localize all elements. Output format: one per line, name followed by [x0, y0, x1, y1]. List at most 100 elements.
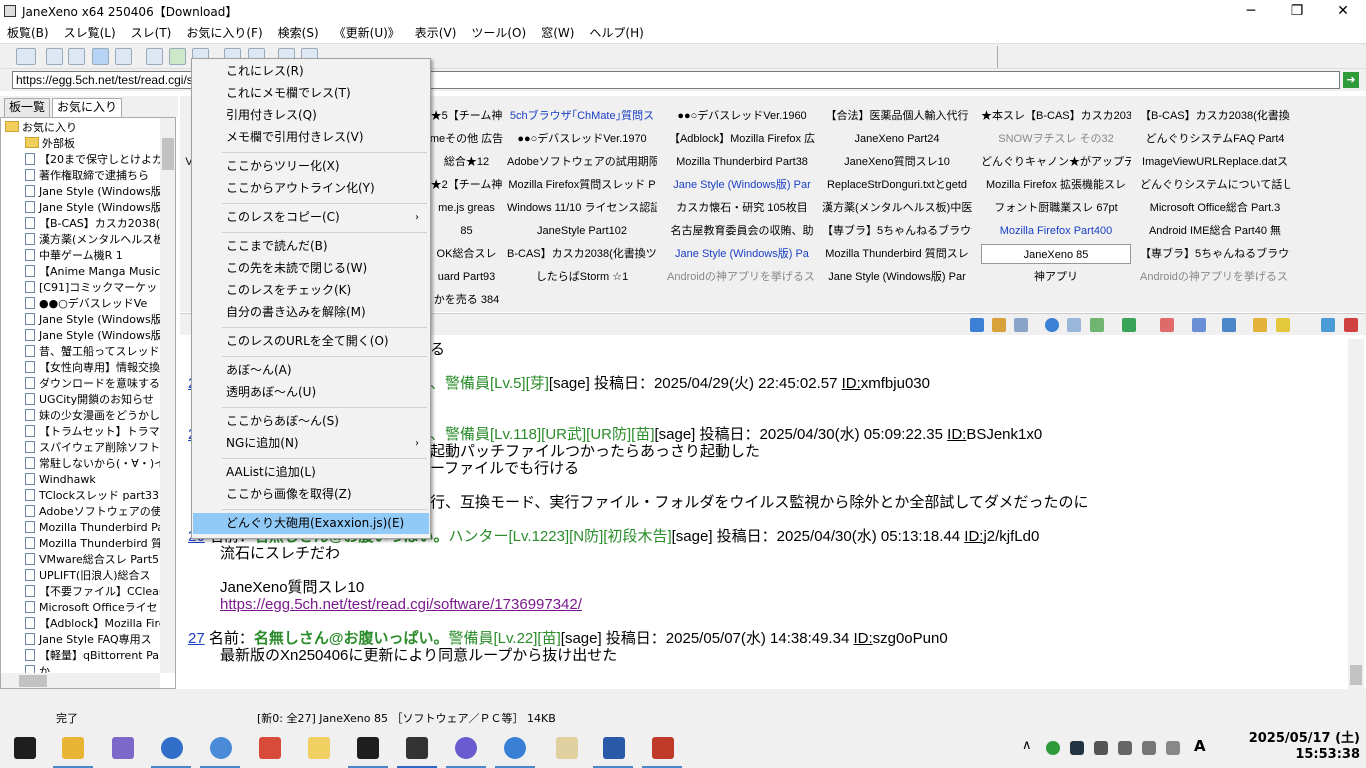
- thread-tab[interactable]: JaneXeno 85: [981, 244, 1131, 264]
- menu-item[interactable]: この先を未読で閉じる(W): [193, 258, 429, 279]
- tree-item[interactable]: 【女性向専用】情報交換: [25, 360, 160, 376]
- thread-tab[interactable]: me.js greas: [429, 198, 504, 218]
- game-icon[interactable]: [603, 737, 625, 759]
- app-icon-red[interactable]: [259, 737, 281, 759]
- thread-tab[interactable]: 5chブラウザ｢ChMate｣質問ス: [507, 106, 657, 126]
- clock-icon[interactable]: [1045, 318, 1059, 332]
- menu-item[interactable]: ここまで読んだ(B): [193, 236, 429, 257]
- id-label[interactable]: ID:: [947, 426, 966, 443]
- tree-item[interactable]: Jane Style (Windows版: [25, 312, 162, 328]
- mail-icon[interactable]: [112, 737, 134, 759]
- image-icon[interactable]: [992, 318, 1006, 332]
- tree-hscrollbar[interactable]: [1, 673, 160, 688]
- start-icon[interactable]: [14, 737, 36, 759]
- tray-device-icon[interactable]: [1094, 741, 1108, 755]
- tree-item[interactable]: 【トラムセット】トラマドール: [25, 424, 175, 440]
- thread-tab[interactable]: Jane Style (Windows版) Par: [667, 175, 817, 195]
- thread-tab[interactable]: Jane Style (Windows版) Par: [822, 267, 972, 287]
- thread-tab[interactable]: SNOWヲチスレ その32: [981, 129, 1131, 149]
- menu-item[interactable]: これにメモ欄でレス(T): [193, 83, 429, 104]
- thread-tab[interactable]: JaneXeno Part24: [822, 129, 972, 149]
- scroll-thumb[interactable]: [19, 675, 47, 687]
- scroll-thumb[interactable]: [162, 138, 174, 170]
- id-label[interactable]: ID:: [853, 630, 872, 647]
- gear-app-icon[interactable]: [652, 737, 674, 759]
- refresh-thread-icon[interactable]: [1122, 318, 1136, 332]
- thread-tab[interactable]: 総合★12: [429, 152, 504, 172]
- id-label[interactable]: ID:: [842, 375, 861, 392]
- close-thread-icon[interactable]: [1344, 318, 1358, 332]
- tree-item[interactable]: 中華ゲーム機R 1: [25, 248, 123, 264]
- thread-tab[interactable]: 【B-CAS】カスカ2038(化書換え: [1140, 106, 1290, 126]
- menu-tools[interactable]: ツール(O): [464, 24, 534, 41]
- tray-misc-icon[interactable]: [1166, 741, 1180, 755]
- menu-favorites[interactable]: お気に入り(F): [179, 24, 270, 41]
- next-icon[interactable]: [1222, 318, 1236, 332]
- tree-item[interactable]: Jane Style (Windows版: [25, 184, 162, 200]
- thread-tab[interactable]: カスカ懐石・研究 105枚目: [667, 198, 817, 218]
- menu-thread[interactable]: スレ(T): [124, 24, 180, 41]
- menu-item[interactable]: 引用付きレス(Q): [193, 105, 429, 126]
- thread-tab[interactable]: ImageViewURLReplace.datス: [1140, 152, 1290, 172]
- network-icon[interactable]: [1118, 741, 1132, 755]
- tree-item[interactable]: 【軽量】qBittorrent Par: [25, 648, 164, 664]
- id-label[interactable]: ID:: [964, 528, 983, 545]
- thread-tab[interactable]: Windows 11/10 ライセンス認証: [507, 198, 657, 218]
- menu-item[interactable]: AAListに追加(L): [193, 462, 429, 483]
- thread-tab[interactable]: どんぐりシステムFAQ Part4: [1140, 129, 1290, 149]
- tree-folder[interactable]: 外部板: [25, 136, 75, 152]
- thread-tab[interactable]: B-CAS】カスカ2038(化書換ツー: [507, 244, 657, 264]
- menu-search[interactable]: 検索(S): [271, 24, 327, 41]
- tree-item[interactable]: Microsoft Officeライセ: [25, 600, 158, 616]
- thread-tab[interactable]: 神アプリ: [981, 267, 1131, 287]
- explorer-icon[interactable]: [62, 737, 84, 759]
- thread-tab[interactable]: したらばStorm ☆1: [507, 267, 657, 287]
- thread-tab[interactable]: ReplaceStrDonguri.txtとgetd: [822, 175, 972, 195]
- tray-chrome-icon[interactable]: [1046, 741, 1060, 755]
- menu-item[interactable]: ここからツリー化(X): [193, 156, 429, 177]
- tree-item[interactable]: TClockスレッド part33: [25, 488, 159, 504]
- thread-tab[interactable]: ★2【チーム神: [429, 175, 504, 195]
- menu-item[interactable]: ここからアウトライン化(Y): [193, 178, 429, 199]
- tree-item[interactable]: 【Anime Manga Music】: [25, 264, 171, 280]
- tree-item[interactable]: 昔、蟹工船ってスレッドカ: [25, 344, 170, 360]
- editor-icon[interactable]: [556, 737, 578, 759]
- thread-tab[interactable]: 【合法】医薬品個人輸入代行: [822, 106, 972, 126]
- thread-tab[interactable]: 漢方薬(メンタルヘルス板)中医: [822, 198, 972, 218]
- thread-tab[interactable]: Mozilla Firefox 拡張機能スレ: [981, 175, 1131, 195]
- menu-item[interactable]: あぼ～ん(A): [193, 360, 429, 381]
- menu-help[interactable]: ヘルプ(H): [582, 24, 651, 41]
- thread-tab[interactable]: JaneStyle Part102: [507, 221, 657, 241]
- tree-item[interactable]: 著作権取締で逮捕ちら: [25, 168, 149, 184]
- tree-item[interactable]: 【B-CAS】カスカ2038(ヒ: [25, 216, 171, 232]
- thunderbird-icon[interactable]: [161, 737, 183, 759]
- thread-tab[interactable]: 85: [429, 221, 504, 241]
- post-link[interactable]: https://egg.5ch.net/test/read.cgi/softwa…: [220, 596, 582, 614]
- menu-item[interactable]: このレスのURLを全て開く(O): [193, 331, 429, 352]
- thread-tab[interactable]: Mozilla Firefox Part400: [981, 221, 1131, 241]
- menu-item[interactable]: ここからあぼ～ん(S): [193, 411, 429, 432]
- thread-tab[interactable]: Mozilla Thunderbird 質問スレ: [822, 244, 972, 264]
- thread-tab[interactable]: Mozilla Firefox質問スレッド P: [507, 175, 657, 195]
- thread-tab[interactable]: ★本スレ【B-CAS】カスカ2038: [981, 106, 1131, 126]
- tree-root[interactable]: お気に入り: [5, 120, 77, 136]
- tree-item[interactable]: 漢方薬(メンタルヘルス板: [25, 232, 164, 248]
- firefox-icon[interactable]: [455, 737, 477, 759]
- star-icon[interactable]: [1276, 318, 1290, 332]
- janexeno-taskbar-icon[interactable]: [406, 737, 428, 759]
- menu-window[interactable]: 窓(W): [534, 24, 582, 41]
- thread-tab[interactable]: JaneXeno質問スレ10: [822, 152, 972, 172]
- thread-tab[interactable]: 【専ブラ】5ちゃんねるブラウザ「C: [822, 221, 972, 241]
- thread-tab[interactable]: Microsoft Office総合 Part.3: [1140, 198, 1290, 218]
- tree-item[interactable]: UPLIFT(旧浪人)総合ス: [25, 568, 151, 584]
- thread-tab[interactable]: Androidの神アプリを挙げるスレ: [1140, 267, 1290, 287]
- tree-item[interactable]: Adobeソフトウェアの使用: [25, 504, 173, 520]
- layout2-icon[interactable]: [68, 48, 85, 65]
- thread-tab[interactable]: どんぐりキャノン★がアップデート: [981, 152, 1131, 172]
- tree-item[interactable]: スパイウェア削除ソフト S: [25, 440, 170, 456]
- tab-favorites[interactable]: お気に入り: [52, 98, 123, 117]
- thread-tab[interactable]: かを売る 384: [429, 290, 504, 310]
- thread-tab[interactable]: ●●○デバスレッドVer.1960: [667, 106, 817, 126]
- tree-item[interactable]: Mozilla Thunderbird Pa: [25, 520, 164, 536]
- thread-tab[interactable]: Androidの神アプリを挙げるスレ: [667, 267, 817, 287]
